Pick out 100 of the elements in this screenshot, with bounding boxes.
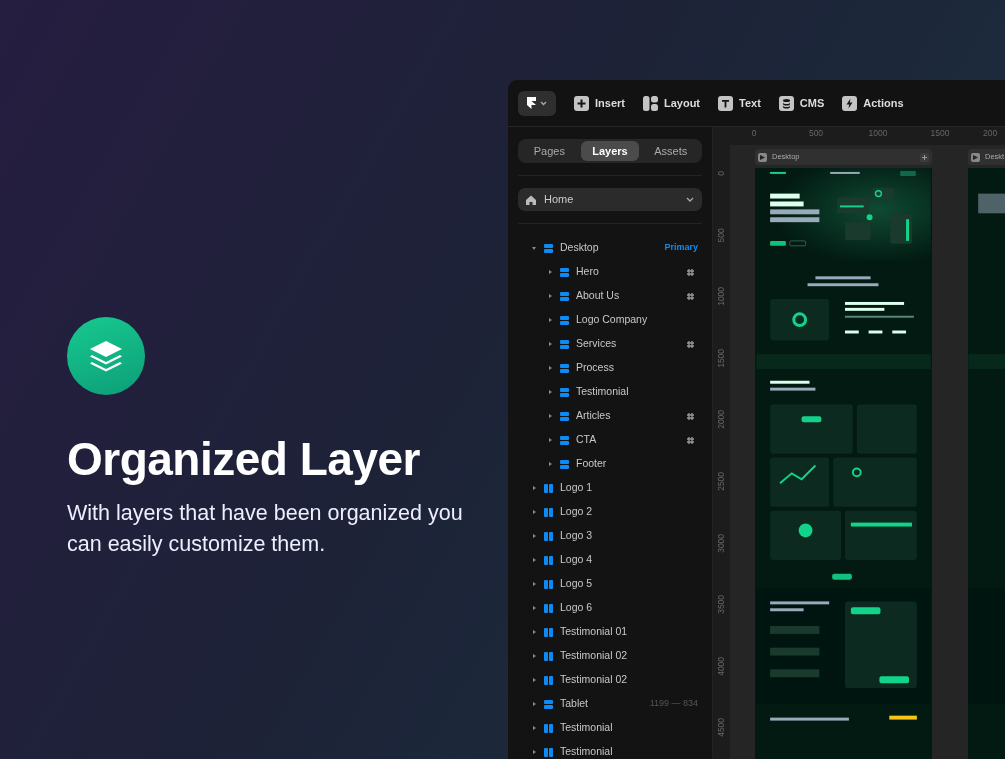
play-icon	[760, 154, 765, 160]
ruler-label: 1500	[715, 348, 728, 368]
ruler-label: 500	[715, 227, 728, 243]
ruler-label: 200	[983, 127, 998, 140]
caret-right-icon[interactable]	[548, 270, 552, 274]
layer-row[interactable]: Tablet 1199 — 834	[518, 692, 702, 716]
caret-right-icon[interactable]	[532, 582, 536, 586]
toolbar-button[interactable]: CMS	[778, 94, 825, 112]
columns-icon	[544, 507, 553, 517]
caret-right-icon[interactable]	[532, 534, 536, 538]
panel-tab[interactable]: Layers	[580, 141, 640, 161]
caret-right-icon[interactable]	[548, 462, 552, 466]
ruler-label: 1500	[929, 127, 951, 140]
primary-label: Primary	[664, 241, 698, 255]
caret-right-icon[interactable]	[548, 366, 552, 370]
caret-right-icon[interactable]	[548, 318, 552, 322]
ruler-label: 1000	[715, 287, 728, 306]
ruler-label: 500	[807, 127, 825, 140]
play-icon	[973, 154, 978, 160]
add-icon	[920, 152, 929, 162]
layers-icon	[87, 339, 125, 373]
size-label: 1199 — 834	[649, 697, 698, 711]
plus-icon	[574, 95, 589, 111]
caret-right-icon[interactable]	[532, 606, 536, 610]
stack-icon	[560, 291, 569, 301]
caret-right-icon[interactable]	[532, 678, 536, 682]
layer-row[interactable]: Logo 1	[518, 476, 702, 500]
ruler-label: 4000	[715, 656, 728, 676]
layer-row[interactable]: Testimonial 01	[518, 620, 702, 644]
chevron-icon	[686, 197, 694, 202]
ruler-label: 3000	[715, 533, 728, 553]
panel-tab[interactable]: Pages	[520, 141, 579, 161]
caret-right-icon[interactable]	[532, 510, 536, 514]
ruler-label: 0	[750, 127, 758, 140]
layer-row[interactable]: Logo 5	[518, 572, 702, 596]
columns-icon	[544, 651, 553, 661]
layer-row[interactable]: CTA	[518, 428, 702, 452]
layer-row[interactable]: Articles	[518, 404, 702, 428]
stack-icon	[560, 363, 569, 373]
app-menu-button[interactable]	[518, 90, 556, 116]
caret-right-icon[interactable]	[532, 630, 536, 634]
layer-row[interactable]: Services	[518, 332, 702, 356]
layer-row[interactable]: Logo 2	[518, 500, 702, 524]
layer-row[interactable]: Logo 3	[518, 524, 702, 548]
caret-right-icon[interactable]	[548, 390, 552, 394]
layer-row[interactable]: Logo 4	[518, 548, 702, 572]
layer-row[interactable]: Testimonial	[518, 716, 702, 740]
ruler-label: 0	[715, 171, 728, 176]
stack-icon	[560, 459, 569, 469]
toolbar-button[interactable]: Actions	[842, 94, 904, 112]
toolbar-button[interactable]: Text	[718, 94, 761, 112]
ruler-label: 2000	[715, 410, 728, 430]
headline: Organized Layer	[67, 433, 421, 486]
text-icon	[718, 95, 734, 111]
database-icon	[778, 95, 794, 111]
columns-icon	[544, 747, 553, 757]
layer-row[interactable]: Logo Company	[518, 308, 702, 332]
stack-icon	[560, 267, 569, 277]
caret-right-icon[interactable]	[548, 294, 552, 298]
layer-row[interactable]: Testimonial 02	[518, 668, 702, 692]
caret-right-icon[interactable]	[548, 438, 552, 442]
stack-icon	[544, 243, 553, 253]
caret-right-icon[interactable]	[532, 558, 536, 562]
ruler-label: 1000	[867, 127, 889, 140]
layer-row[interactable]: About Us	[518, 284, 702, 308]
columns-icon	[544, 723, 553, 733]
caret-right-icon[interactable]	[532, 726, 536, 730]
caret-down-icon[interactable]	[532, 246, 536, 250]
columns-icon	[544, 483, 553, 493]
stack-icon	[560, 315, 569, 325]
layer-row[interactable]: Process	[518, 356, 702, 380]
caret-right-icon[interactable]	[548, 342, 552, 346]
layer-row[interactable]: Footer	[518, 452, 702, 476]
caret-right-icon[interactable]	[548, 414, 552, 418]
caret-right-icon[interactable]	[532, 750, 536, 754]
layer-row[interactable]: Testimonial	[518, 740, 702, 759]
layer-row[interactable]: Logo 6	[518, 596, 702, 620]
logo-icon	[527, 97, 536, 109]
toolbar-button[interactable]: Layout	[642, 94, 701, 112]
stack-icon	[560, 387, 569, 397]
layer-row[interactable]: Testimonial	[518, 380, 702, 404]
columns-icon	[544, 531, 553, 541]
description: With layers that have been organized you can easily customize them.	[67, 499, 464, 558]
caret-right-icon[interactable]	[532, 702, 536, 706]
ruler-label: 4500	[715, 718, 728, 738]
page-dropdown[interactable]: Home	[518, 188, 702, 211]
toolbar-button[interactable]: Insert	[574, 94, 625, 112]
home-icon	[526, 194, 536, 205]
columns-icon	[544, 627, 553, 637]
caret-right-icon[interactable]	[532, 486, 536, 490]
columns-icon	[544, 603, 553, 613]
layer-row[interactable]: Desktop Primary	[518, 236, 702, 260]
layer-row[interactable]: Testimonial 02	[518, 644, 702, 668]
caret-right-icon[interactable]	[532, 654, 536, 658]
bolt-icon	[842, 95, 858, 111]
stack-icon	[560, 435, 569, 445]
ruler-label: 3500	[715, 595, 728, 614]
panel-tab[interactable]: Assets	[641, 141, 700, 161]
layer-row[interactable]: Hero	[518, 260, 702, 284]
columns-icon	[544, 675, 553, 685]
